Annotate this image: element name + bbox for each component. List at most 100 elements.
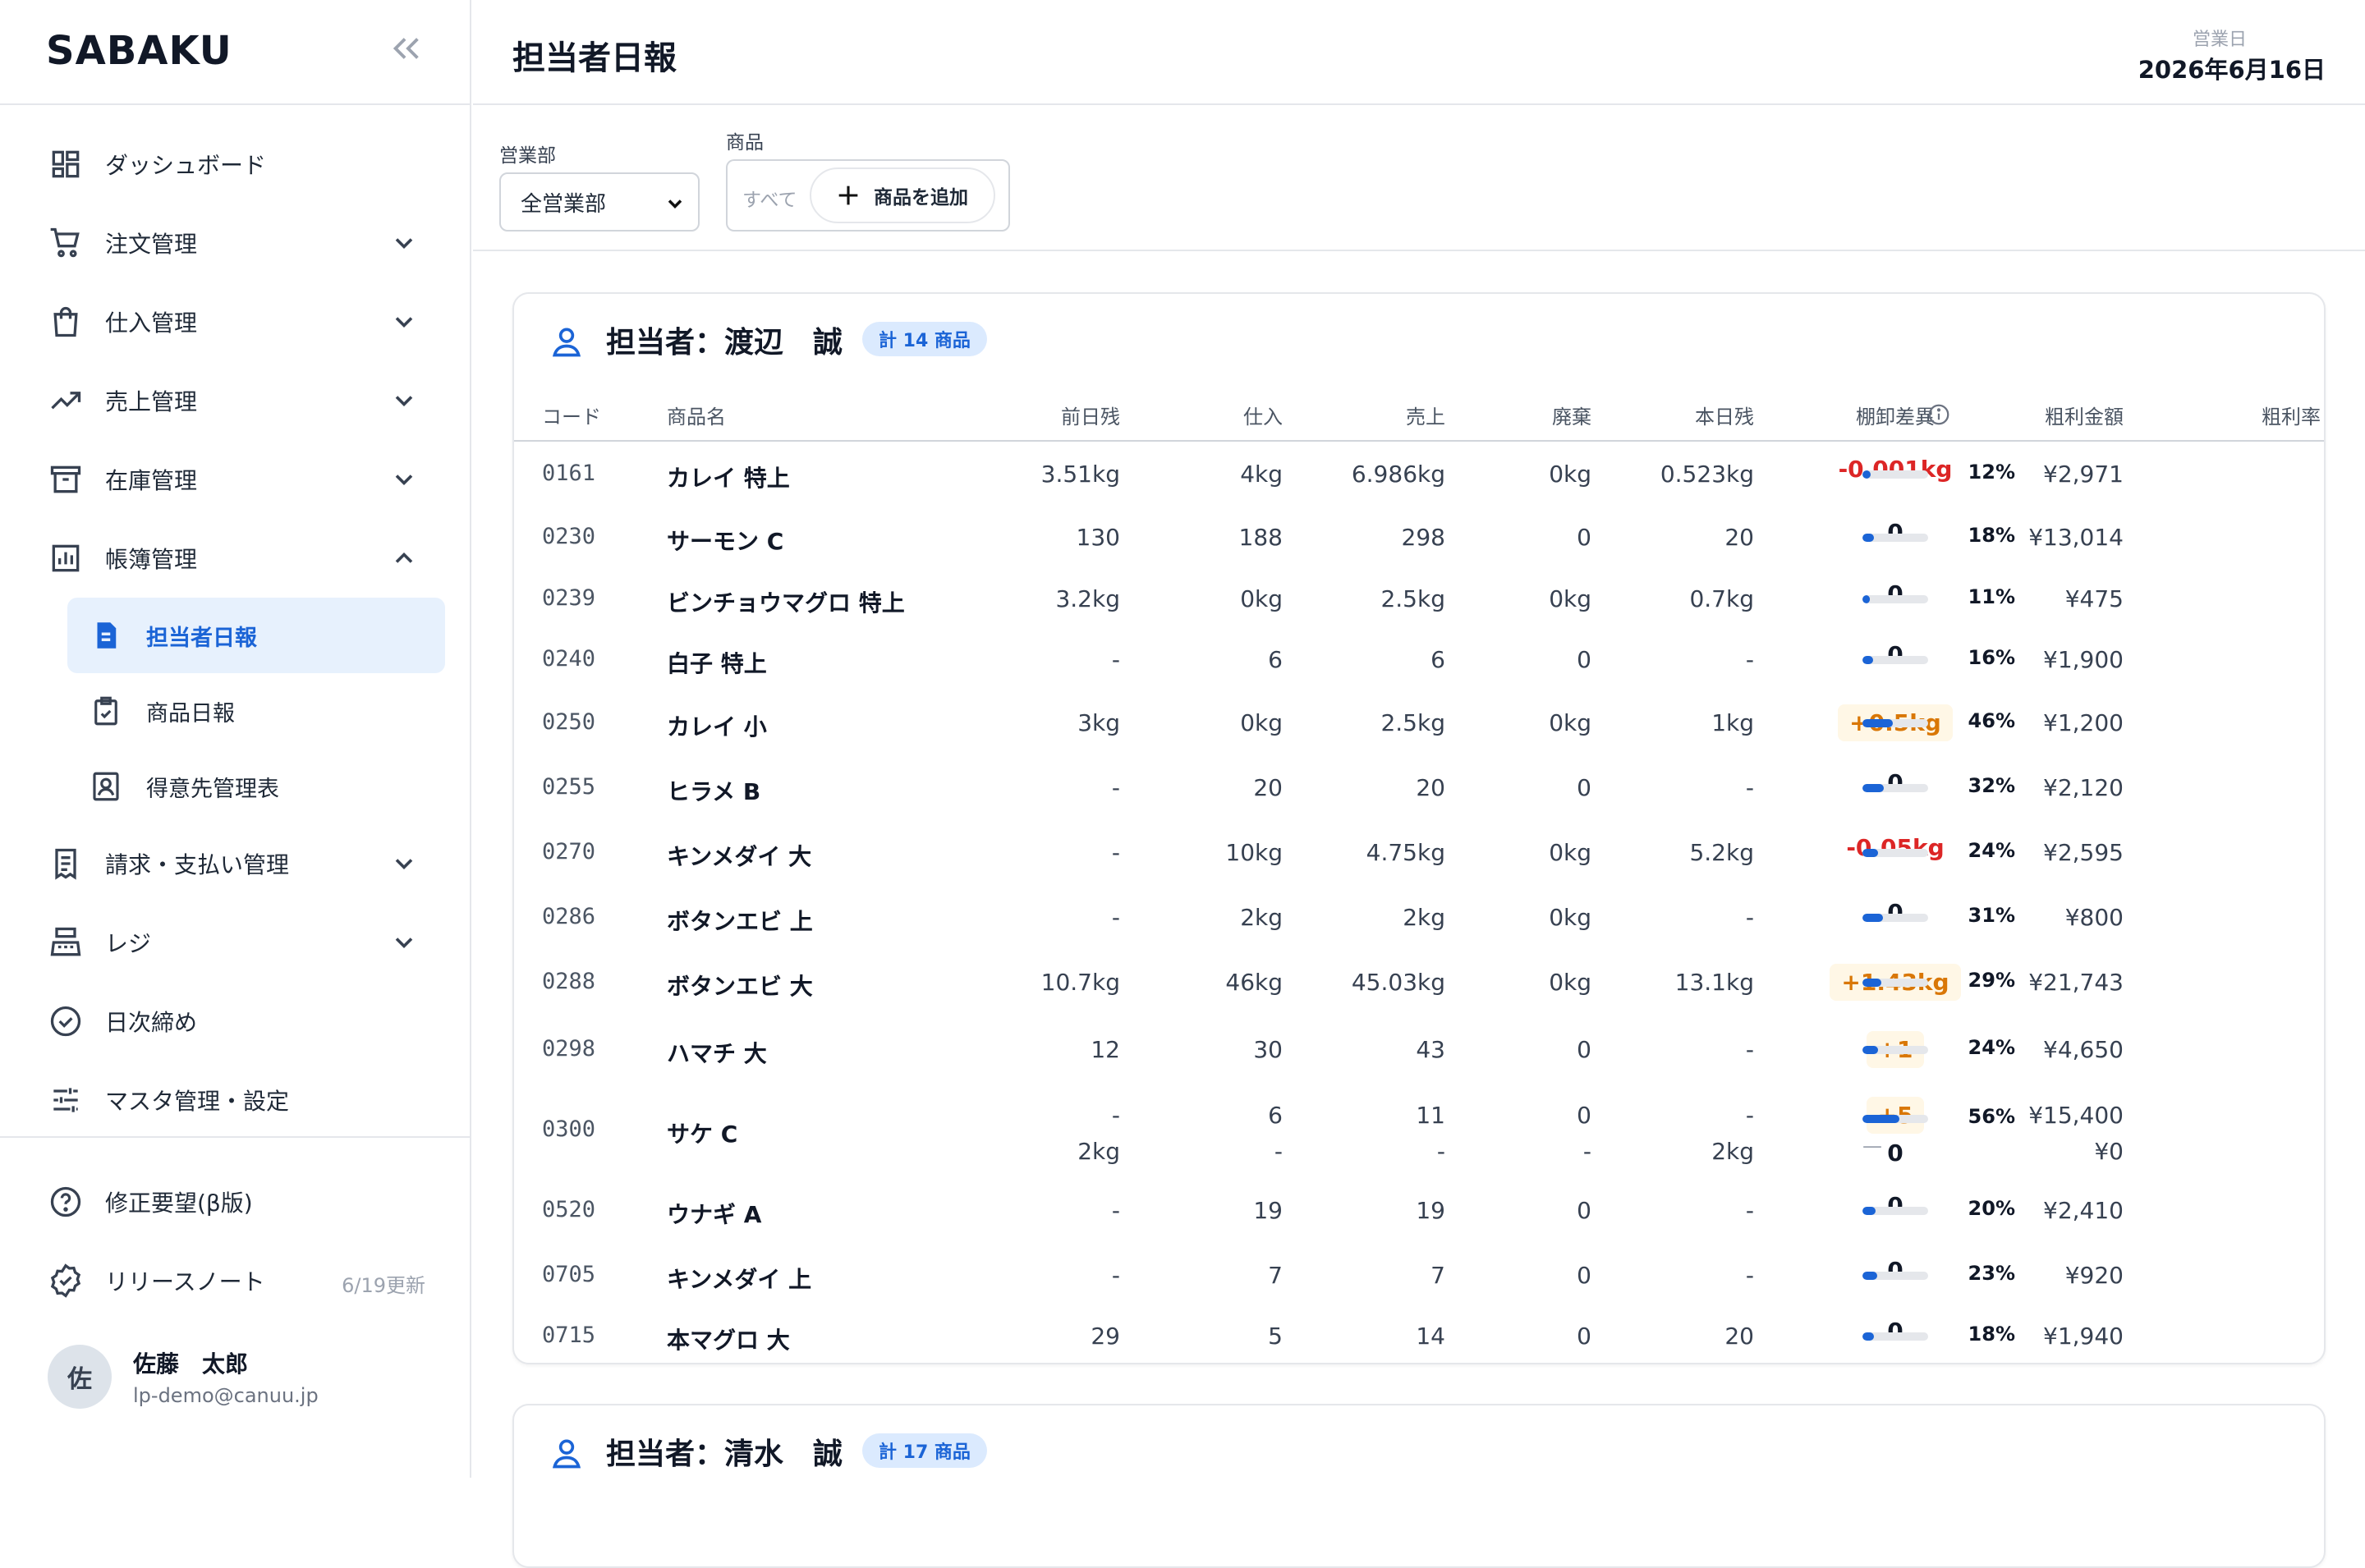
- table-row[interactable]: 0239 ビンチョウマグロ 特上 3.2kg 0kg 2.5kg 0kg 0.7kg 0 ¥47…: [514, 570, 2324, 630]
- cell-sales: 2.5kg: [1380, 709, 1445, 736]
- nav-item[interactable]: 日次締め: [0, 982, 471, 1061]
- table-row[interactable]: 0298ハマチ 大1230430-+1¥4,65024%: [514, 1016, 2324, 1085]
- margin-rate: 18%: [1968, 524, 2015, 547]
- collapse-sidebar-icon[interactable]: [388, 30, 425, 67]
- nav-item-label: 注文管理: [105, 231, 198, 258]
- product-code: 0286: [542, 904, 596, 929]
- dept-filter-label: 営業部: [499, 145, 556, 167]
- gross-profit: ¥2,971: [2043, 461, 2124, 488]
- inventory-diff: 0: [1887, 769, 1903, 796]
- table-row[interactable]: 0520 ウナギ A - 19 19 0 - 0 ¥2,410 20%: [514, 1177, 2324, 1246]
- chevron-down-icon[interactable]: [389, 228, 419, 258]
- product-name: キンメダイ 大: [667, 843, 812, 870]
- sliders-icon: [53, 1088, 78, 1112]
- margin-bar: [1862, 979, 1928, 987]
- chevron-down-icon[interactable]: [389, 465, 419, 494]
- divider: [0, 103, 471, 105]
- margin-bar-fill: [1862, 1115, 1899, 1123]
- gross-profit: ¥1,900: [2043, 646, 2124, 673]
- user-icon: [552, 328, 581, 357]
- product-code: 0230: [542, 524, 596, 549]
- subnav-item[interactable]: 商品日報: [0, 673, 471, 749]
- margin-rate: 18%: [1968, 1323, 2015, 1346]
- diff-cell-sub: 0: [1795, 1139, 1995, 1167]
- table-row[interactable]: 0286 ボタンエビ 上 - 2kg 2kg 0kg - 0 ¥800 31%: [514, 887, 2324, 951]
- nav-item[interactable]: レジ: [0, 903, 471, 982]
- app-logo: SABAKU: [46, 28, 232, 74]
- column-header: 粗利率: [2262, 406, 2321, 429]
- margin-bar: [1862, 849, 1928, 857]
- cell-purchase: 2kg: [1240, 904, 1283, 931]
- cell-waste-sub: -: [1582, 1138, 1591, 1165]
- table-row[interactable]: 0240 白子 特上 - 6 6 0 - 0 ¥1,900 16%: [514, 630, 2324, 691]
- subnav-item[interactable]: 得意先管理表: [0, 749, 471, 824]
- info-icon[interactable]: [1926, 402, 1951, 427]
- cell-sales-sub: -: [1436, 1138, 1445, 1165]
- cell-prev: -: [1111, 774, 1120, 801]
- chevron-down-icon[interactable]: [389, 386, 419, 415]
- cell-today: -: [1745, 904, 1754, 931]
- subnav-item[interactable]: 担当者日報: [67, 598, 445, 673]
- inventory-diff: 0: [1887, 580, 1903, 607]
- cell-today: 13.1kg: [1674, 969, 1754, 996]
- chevron-down-icon: [668, 199, 682, 209]
- chevron-up-icon[interactable]: [389, 543, 419, 573]
- inventory-diff: 0: [1887, 1257, 1903, 1284]
- nav-item[interactable]: マスタ管理・設定: [0, 1061, 471, 1139]
- margin-bar: [1862, 656, 1928, 664]
- margin-rate: 46%: [1968, 709, 2015, 732]
- inventory-diff: 0: [1887, 1192, 1903, 1219]
- nav-item[interactable]: 売上管理: [0, 361, 471, 440]
- table-row[interactable]: 0288ボタンエビ 大10.7kg46kg45.03kg0kg13.1kg+1.…: [514, 951, 2324, 1016]
- cell-waste: 0: [1577, 1262, 1591, 1289]
- add-product-button[interactable]: 商品を追加: [810, 167, 995, 223]
- nav-item[interactable]: 仕入管理: [0, 282, 471, 361]
- nav-item[interactable]: 帳簿管理: [0, 519, 471, 598]
- table-row[interactable]: 0300サケ C-2kg6-11-0--2kg+50¥15,400¥056%—: [514, 1085, 2324, 1177]
- sidebar-bottom: 修正要望(β版) リリースノート 6/19更新: [0, 1162, 471, 1320]
- cell-today: 1kg: [1711, 709, 1754, 736]
- table-row[interactable]: 0715 本マグロ 大 29 5 14 0 20 0 ¥1,940 18%: [514, 1307, 2324, 1368]
- margin-bar: [1862, 784, 1928, 792]
- product-code: 0240: [542, 646, 596, 672]
- cell-sales: 20: [1416, 774, 1445, 801]
- chevron-down-icon[interactable]: [389, 849, 419, 878]
- cell-today-sub: 2kg: [1711, 1138, 1754, 1165]
- cell-sales: 298: [1401, 524, 1445, 551]
- release-notes-link[interactable]: リリースノート 6/19更新: [0, 1241, 471, 1320]
- dept-select-value: 全営業部: [521, 191, 607, 217]
- nav-item[interactable]: 注文管理: [0, 204, 471, 282]
- product-code: 0298: [542, 1036, 596, 1061]
- margin-bar-fill: [1862, 1207, 1876, 1215]
- margin-bar-fill: [1862, 534, 1875, 542]
- table-row[interactable]: 0255 ヒラメ B - 20 20 0 - 0 ¥2,120 32%: [514, 757, 2324, 821]
- nav-item[interactable]: ダッシュボード: [0, 125, 471, 204]
- product-name: キンメダイ 上: [667, 1266, 812, 1293]
- cell-purchase: 0kg: [1240, 585, 1283, 612]
- nav-item-label: 帳簿管理: [105, 546, 198, 573]
- chevron-down-icon[interactable]: [389, 307, 419, 337]
- gross-profit: ¥2,595: [2043, 839, 2124, 866]
- table-row[interactable]: 0161 カレイ 特上 3.51kg 4kg 6.986kg 0kg 0.523kg -0.0…: [514, 443, 2324, 507]
- nav-item-label: 請求・支払い管理: [105, 851, 290, 878]
- table-row[interactable]: 0705 キンメダイ 上 - 7 7 0 - 0 ¥920 23%: [514, 1246, 2324, 1307]
- table-row[interactable]: 0230 サーモン C 130 188 298 0 20 0 ¥13,014 18%: [514, 507, 2324, 570]
- column-header: 廃棄: [1552, 406, 1591, 429]
- nav-item-label: 日次締め: [105, 1009, 198, 1036]
- help-request-link[interactable]: 修正要望(β版): [0, 1162, 471, 1241]
- cell-purchase: 4kg: [1240, 461, 1283, 488]
- cell-purchase: 6: [1268, 646, 1283, 673]
- dept-select[interactable]: 全営業部: [499, 172, 700, 232]
- table-row[interactable]: 0270 キンメダイ 大 - 10kg 4.75kg 0kg 5.2kg -0.05kg ¥2,…: [514, 821, 2324, 887]
- cell-waste: 0: [1577, 524, 1591, 551]
- cell-sales: 19: [1416, 1197, 1445, 1224]
- trending-up-icon: [51, 392, 81, 410]
- column-header: 売上: [1406, 406, 1445, 429]
- user-profile[interactable]: 佐 佐藤 太郎 lp-demo@canuu.jp: [48, 1345, 319, 1409]
- chevron-down-icon[interactable]: [389, 928, 419, 957]
- table-row[interactable]: 0250カレイ 小3kg0kg2.5kg0kg1kg+0.5kg¥1,20046…: [514, 691, 2324, 757]
- nav-item[interactable]: 請求・支払い管理: [0, 824, 471, 903]
- nav-item[interactable]: 在庫管理: [0, 440, 471, 519]
- product-code: 0288: [542, 969, 596, 994]
- gross-profit: ¥1,200: [2043, 709, 2124, 736]
